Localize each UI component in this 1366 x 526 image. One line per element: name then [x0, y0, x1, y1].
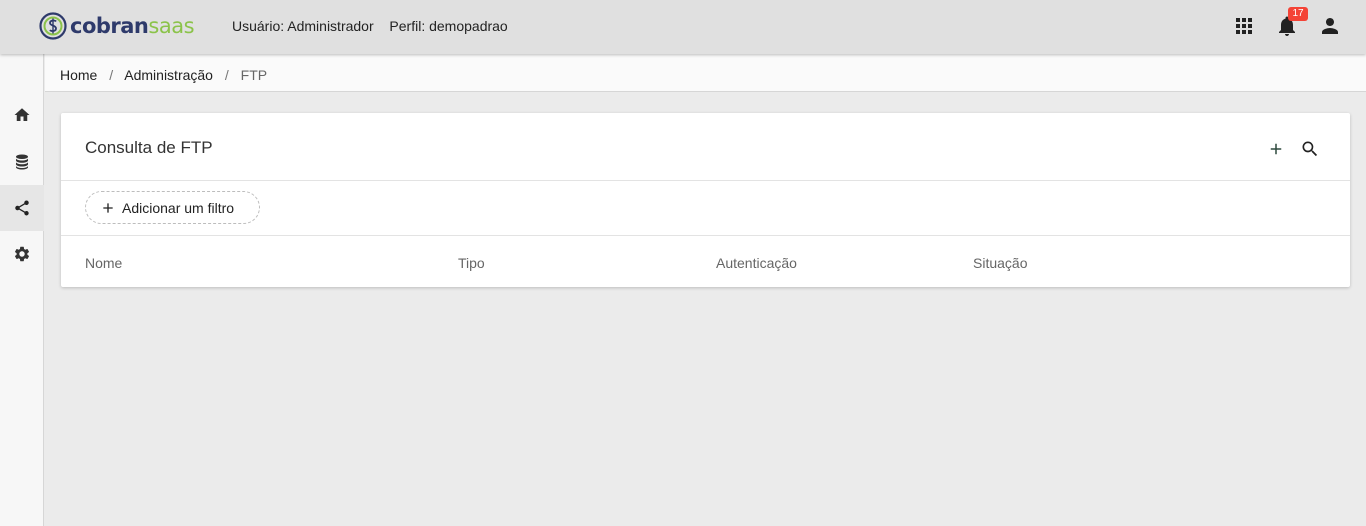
search-button[interactable] [1300, 139, 1320, 159]
account-icon[interactable] [1318, 14, 1342, 38]
sidebar-item-home[interactable] [0, 92, 44, 138]
user-value: Administrador [287, 18, 374, 34]
apps-grid-icon[interactable] [1232, 14, 1256, 38]
add-filter-button[interactable]: Adicionar um filtro [85, 191, 260, 224]
user-label: Usuário: [232, 18, 285, 34]
breadcrumb: Home / Administração / FTP [45, 54, 1366, 92]
share-icon [15, 200, 29, 216]
app-logo[interactable]: cobransaas [38, 9, 195, 43]
notifications-bell-icon[interactable]: 17 [1275, 7, 1308, 38]
sidebar-item-database[interactable] [0, 139, 44, 185]
ftp-query-card: Consulta de FTP Adicionar um filtro Nome… [61, 113, 1350, 287]
table-header: Nome Tipo Autenticação Situação [61, 236, 1350, 286]
search-icon [1302, 141, 1318, 157]
settings-icon [14, 246, 30, 262]
card-header: Consulta de FTP [61, 113, 1350, 181]
card-actions [1252, 139, 1320, 159]
plus-icon [103, 202, 113, 213]
profile-value: demopadrao [429, 18, 508, 34]
column-header-tipo[interactable]: Tipo [458, 255, 485, 271]
top-bar: cobransaas Usuário: Administrador Perfil… [0, 0, 1366, 54]
top-actions: 17 [1213, 7, 1342, 38]
user-info: Usuário: Administrador Perfil: demopadra… [232, 18, 508, 34]
page-title: Consulta de FTP [85, 138, 213, 157]
add-icon [1270, 143, 1282, 155]
filter-row: Adicionar um filtro [61, 181, 1350, 236]
add-button[interactable] [1266, 139, 1286, 159]
sidebar [0, 54, 44, 526]
breadcrumb-ftp: FTP [240, 67, 268, 83]
profile-label: Perfil: [389, 18, 426, 34]
breadcrumb-administracao[interactable]: Administração [124, 67, 213, 83]
home-icon [14, 108, 30, 121]
sidebar-item-share[interactable] [0, 185, 44, 231]
add-filter-label: Adicionar um filtro [122, 199, 235, 216]
column-header-nome[interactable]: Nome [85, 255, 122, 271]
logo-icon [39, 12, 67, 40]
breadcrumb-separator: / [224, 67, 229, 83]
notification-count-badge: 17 [1288, 7, 1308, 21]
column-header-autenticacao[interactable]: Autenticação [716, 255, 797, 271]
database-icon [16, 154, 28, 170]
breadcrumb-separator: / [109, 67, 114, 83]
column-header-situacao[interactable]: Situação [973, 255, 1027, 271]
logo-text: cobransaas [70, 14, 195, 38]
breadcrumb-home[interactable]: Home [60, 67, 97, 83]
sidebar-item-settings[interactable] [0, 231, 44, 277]
